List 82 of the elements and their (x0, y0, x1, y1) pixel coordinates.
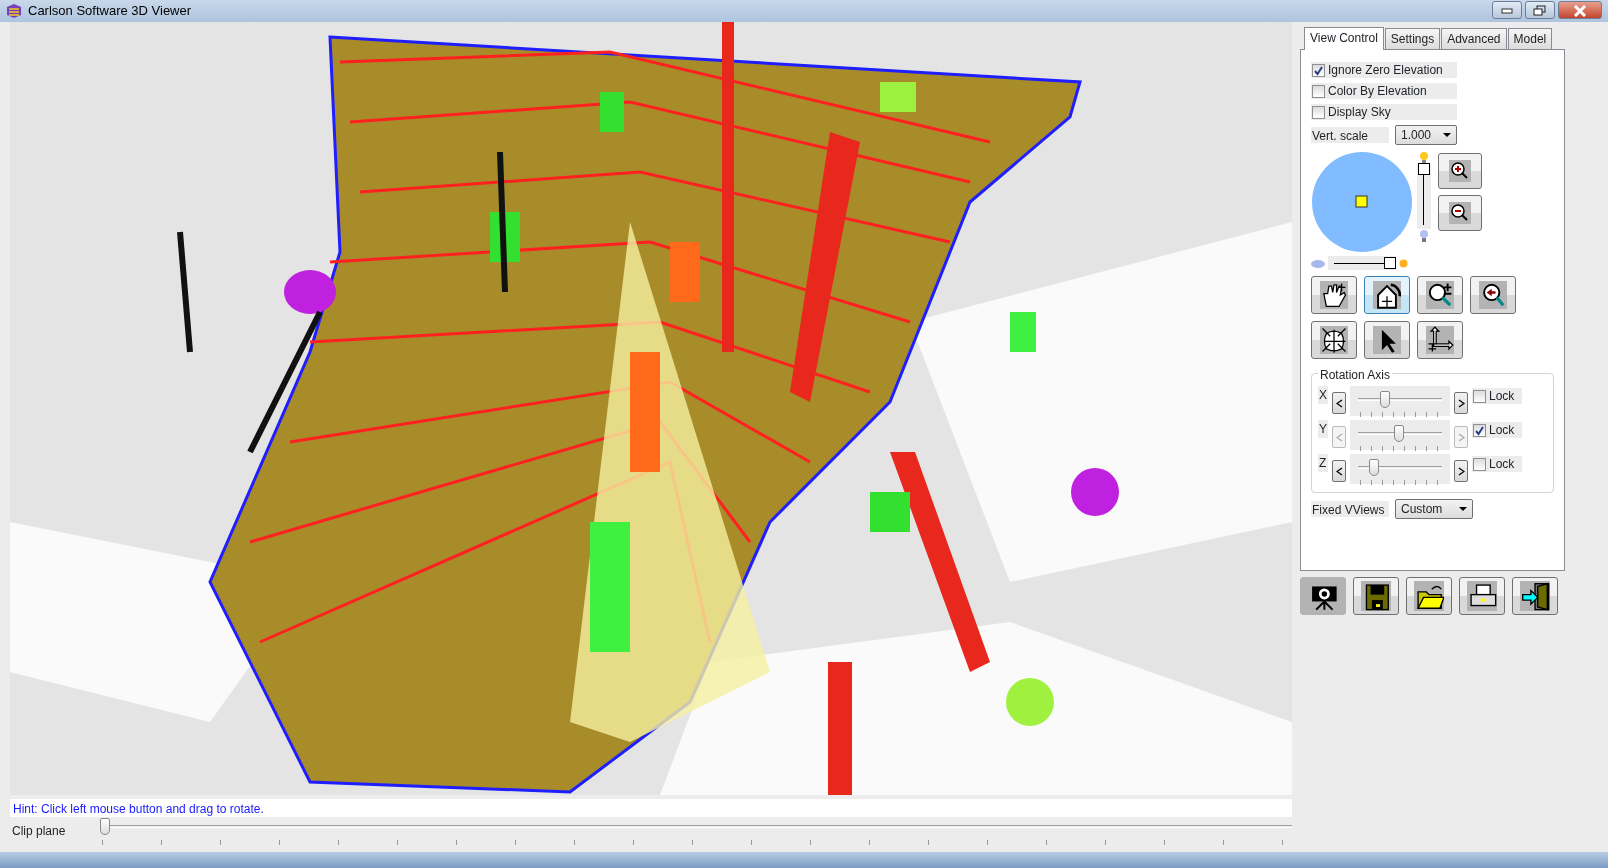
step-left-button[interactable] (1332, 392, 1346, 414)
check-mark-icon (1313, 65, 1324, 77)
tool-button[interactable] (1417, 276, 1463, 314)
exit-button[interactable] (1512, 577, 1558, 615)
chevron-left-icon (1335, 399, 1343, 409)
axis-label: Z (1318, 454, 1328, 472)
tool-button[interactable] (1470, 276, 1516, 314)
restore-icon (1533, 5, 1547, 18)
light-intensity-slider[interactable] (1417, 165, 1431, 229)
restore-button[interactable] (1525, 0, 1555, 19)
pit-model-drawing[interactable] (10, 22, 1292, 795)
printer-icon (1467, 581, 1497, 611)
step-right-button[interactable] (1454, 460, 1468, 482)
vert-scale-label: Vert. scale (1311, 127, 1389, 143)
pointer-icon (1373, 326, 1401, 354)
zoom-in-icon (1449, 160, 1471, 182)
tool-button[interactable] (1364, 321, 1410, 359)
rotation-slider[interactable] (1358, 458, 1442, 478)
chevron-right-icon (1457, 467, 1465, 477)
window-title: Carlson Software 3D Viewer (28, 2, 192, 21)
chevron-right-icon (1457, 433, 1465, 443)
app-icon (6, 3, 22, 19)
rotate-house-icon (1373, 281, 1401, 309)
checkbox[interactable]: Ignore Zero Elevation (1311, 62, 1457, 78)
save-button[interactable] (1353, 577, 1399, 615)
slider-thumb[interactable] (100, 818, 110, 835)
tab[interactable]: Model (1507, 28, 1553, 49)
axis-label: Y (1318, 420, 1328, 438)
tab[interactable]: Settings (1384, 28, 1441, 49)
checkbox[interactable]: Display Sky (1311, 104, 1457, 120)
tab[interactable]: Advanced (1441, 28, 1507, 49)
slider-thumb[interactable] (1384, 257, 1396, 269)
vert-scale-dropdown[interactable]: 1.000 (1395, 125, 1457, 145)
clip-plane-slider[interactable] (100, 817, 1292, 837)
tool-button[interactable] (1311, 276, 1357, 314)
hint-text: Hint: Click left mouse button and drag to rotate. (10, 799, 1292, 817)
exit-door-icon (1520, 581, 1550, 611)
clip-plane-label: Clip plane (11, 823, 67, 840)
zoom-out-button[interactable] (1438, 195, 1482, 231)
cloud-icon (1311, 258, 1325, 268)
tool-button[interactable] (1311, 321, 1357, 359)
checkbox[interactable]: Color By Elevation (1311, 83, 1457, 99)
slider-thumb[interactable] (1394, 425, 1404, 442)
check-mark-icon (1474, 425, 1485, 437)
tool-button[interactable] (1417, 321, 1463, 359)
camera-button[interactable] (1300, 577, 1346, 615)
fixed-views-label: Fixed VViews (1311, 501, 1389, 517)
open-button[interactable] (1406, 577, 1452, 615)
sun-icon (1399, 258, 1408, 268)
mesh-icon (1320, 326, 1348, 354)
rotation-slider[interactable] (1358, 390, 1442, 410)
checkbox[interactable]: Lock (1472, 456, 1522, 472)
zoom-plus-minus-icon (1426, 281, 1454, 309)
chevron-left-icon (1335, 467, 1343, 477)
rotation-slider[interactable] (1358, 424, 1442, 444)
axes-icon (1426, 326, 1454, 354)
hand-icon (1320, 281, 1348, 309)
slider-thumb[interactable] (1418, 163, 1430, 175)
print-button[interactable] (1459, 577, 1505, 615)
bright-bulb-icon (1419, 151, 1429, 165)
slider-thumb[interactable] (1379, 391, 1390, 408)
zoom-in-button[interactable] (1438, 153, 1482, 189)
folder-icon (1414, 581, 1444, 611)
light-ambient-slider[interactable] (1328, 256, 1396, 270)
chevron-right-icon (1457, 399, 1465, 409)
minimize-icon (1501, 8, 1513, 15)
close-button[interactable] (1558, 0, 1602, 19)
step-left-button[interactable] (1332, 460, 1346, 482)
minimize-button[interactable] (1492, 0, 1522, 19)
fixed-views-dropdown[interactable]: Custom (1395, 499, 1473, 519)
tab[interactable]: View Control (1304, 27, 1384, 50)
checkbox[interactable]: Lock (1472, 422, 1522, 438)
checkbox[interactable]: Lock (1472, 388, 1522, 404)
axis-label: X (1318, 386, 1328, 404)
chevron-left-icon (1335, 433, 1343, 443)
slider-thumb[interactable] (1368, 459, 1379, 476)
close-icon (1573, 5, 1587, 18)
tool-button[interactable] (1364, 276, 1410, 314)
zoom-back-icon (1479, 281, 1507, 309)
dim-bulb-icon (1419, 229, 1429, 243)
zoom-out-icon (1449, 202, 1471, 224)
step-right-button[interactable] (1454, 392, 1468, 414)
